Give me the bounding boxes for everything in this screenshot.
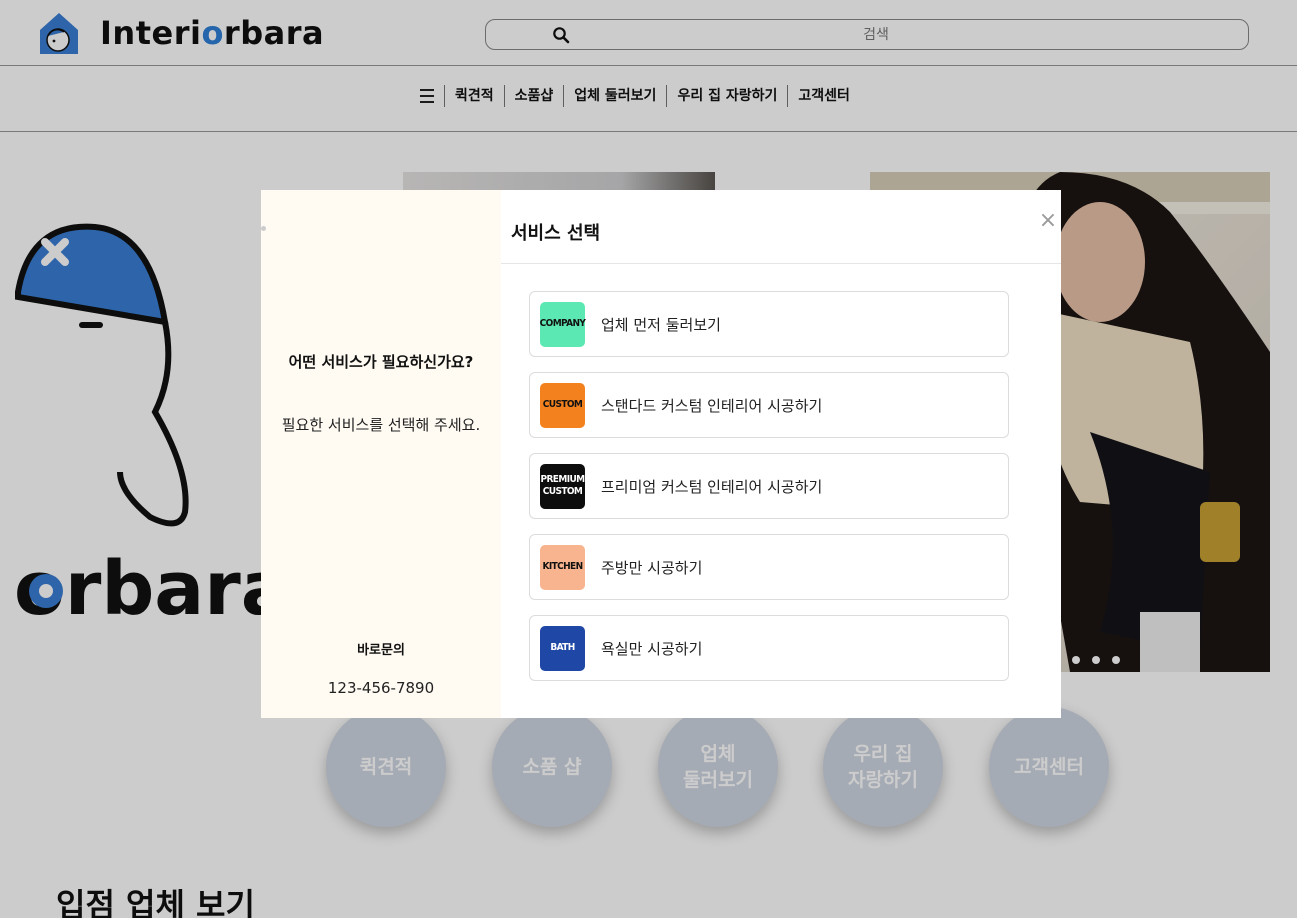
service-option-kitchen[interactable]: KITCHEN 주방만 시공하기 bbox=[529, 534, 1009, 600]
bath-badge-icon: BATH bbox=[540, 625, 585, 671]
service-select-modal: 어떤 서비스가 필요하신가요? 필요한 서비스를 선택해 주세요. 바로문의 1… bbox=[261, 190, 1061, 718]
close-icon[interactable]: × bbox=[1037, 210, 1059, 232]
modal-side-panel: 어떤 서비스가 필요하신가요? 필요한 서비스를 선택해 주세요. 바로문의 1… bbox=[261, 190, 501, 718]
company-badge-icon: COMPANY bbox=[540, 301, 586, 347]
premium-custom-badge-icon: PREMIUM CUSTOM bbox=[540, 463, 585, 509]
service-option-label: 프리미엄 커스텀 인테리어 시공하기 bbox=[601, 477, 823, 496]
side-question: 어떤 서비스가 필요하신가요? bbox=[288, 353, 474, 371]
modal-title: 서비스 선택 bbox=[511, 223, 601, 244]
custom-badge-icon: CUSTOM bbox=[540, 382, 585, 428]
phone-number[interactable]: 123-456-7890 bbox=[281, 679, 481, 697]
service-option-label: 주방만 시공하기 bbox=[601, 558, 703, 577]
kitchen-badge-icon: KITCHEN bbox=[540, 544, 585, 590]
side-decoration-dot bbox=[261, 226, 266, 231]
service-list: COMPANY 업체 먼저 둘러보기 CUSTOM 스탠다드 커스텀 인테리어 … bbox=[529, 291, 1009, 696]
service-option-label: 욕실만 시공하기 bbox=[601, 639, 703, 658]
service-option-premium-custom[interactable]: PREMIUM CUSTOM 프리미엄 커스텀 인테리어 시공하기 bbox=[529, 453, 1009, 519]
modal-divider bbox=[501, 263, 1061, 264]
service-option-company[interactable]: COMPANY 업체 먼저 둘러보기 bbox=[529, 291, 1009, 357]
modal-main-panel: 서비스 선택 × COMPANY 업체 먼저 둘러보기 CUSTOM 스탠다드 … bbox=[501, 190, 1061, 718]
service-option-label: 스탠다드 커스텀 인테리어 시공하기 bbox=[601, 396, 823, 415]
direct-inquiry-label: 바로문의 bbox=[357, 643, 405, 658]
side-description: 필요한 서비스를 선택해 주세요. bbox=[281, 416, 481, 434]
service-option-label: 업체 먼저 둘러보기 bbox=[601, 315, 721, 334]
service-option-standard-custom[interactable]: CUSTOM 스탠다드 커스텀 인테리어 시공하기 bbox=[529, 372, 1009, 438]
service-option-bath[interactable]: BATH 욕실만 시공하기 bbox=[529, 615, 1009, 681]
